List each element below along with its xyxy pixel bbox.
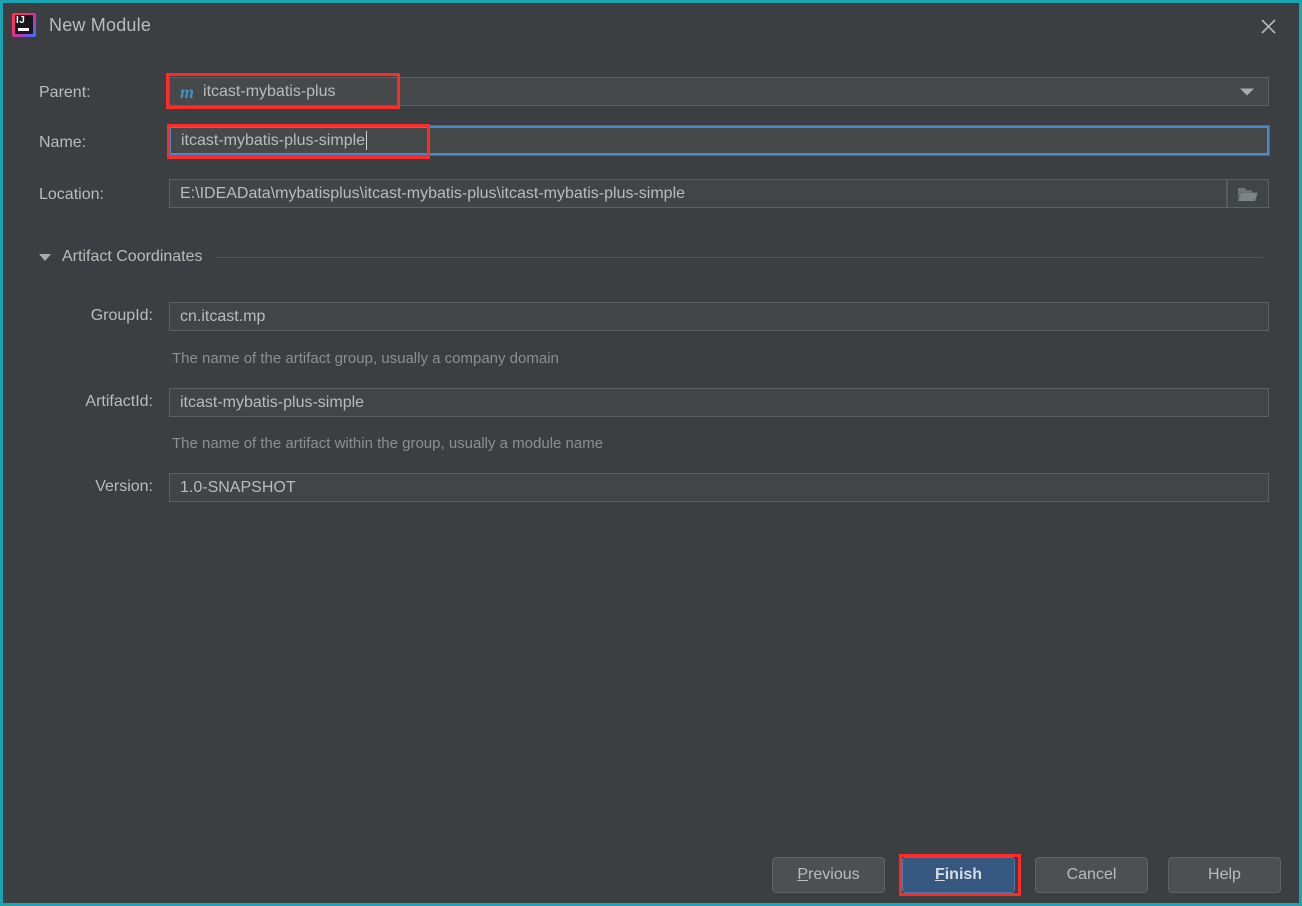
groupid-field[interactable]: cn.itcast.mp: [169, 302, 1269, 331]
version-label-wrap: Version:: [3, 478, 153, 496]
artifact-coordinates-label: Artifact Coordinates: [62, 248, 203, 265]
name-label: Name:: [39, 134, 87, 151]
location-value: E:\IDEAData\mybatisplus\itcast-mybatis-p…: [180, 184, 686, 202]
previous-button-mnemonic: P: [797, 866, 809, 883]
artifact-coordinates-section-header[interactable]: Artifact Coordinates: [39, 246, 1263, 268]
version-label: Version:: [95, 478, 153, 495]
window-title: New Module: [49, 14, 152, 35]
location-field[interactable]: E:\IDEAData\mybatisplus\itcast-mybatis-p…: [169, 179, 1227, 208]
name-field[interactable]: itcast-mybatis-plus-simple: [169, 126, 1269, 155]
groupid-value: cn.itcast.mp: [180, 307, 266, 325]
artifactid-field[interactable]: itcast-mybatis-plus-simple: [169, 388, 1269, 417]
intellij-idea-logo: IJ: [12, 13, 36, 37]
help-button[interactable]: Help: [1168, 857, 1281, 893]
finish-button-mnemonic: F: [934, 866, 945, 883]
previous-button[interactable]: Previous: [772, 857, 885, 893]
artifactid-hint: The name of the artifact within the grou…: [172, 435, 604, 452]
text-caret: [366, 131, 368, 150]
finish-button[interactable]: Finish: [902, 857, 1015, 893]
artifactid-label-wrap: ArtifactId:: [3, 393, 153, 411]
chevron-down-icon[interactable]: [1240, 88, 1254, 95]
parent-label: Parent:: [39, 84, 91, 101]
section-divider: [215, 256, 1263, 258]
new-module-dialog: IJ New Module Parent: m itcast-mybatis-p…: [0, 0, 1302, 906]
cancel-button[interactable]: Cancel: [1035, 857, 1148, 893]
previous-button-label-rest: revious: [808, 866, 860, 883]
triangle-down-icon[interactable]: [39, 253, 51, 261]
location-label-wrap: Location:: [39, 183, 104, 207]
parent-label-wrap: Parent:: [39, 81, 91, 105]
groupid-hint: The name of the artifact group, usually …: [172, 350, 559, 367]
parent-value: itcast-mybatis-plus: [203, 82, 336, 100]
version-field[interactable]: 1.0-SNAPSHOT: [169, 473, 1269, 502]
groupid-label: GroupId:: [90, 307, 153, 324]
artifactid-value: itcast-mybatis-plus-simple: [180, 393, 365, 411]
parent-field[interactable]: m itcast-mybatis-plus: [169, 77, 1269, 106]
maven-module-icon: m: [180, 81, 195, 102]
close-icon[interactable]: [1251, 11, 1285, 41]
groupid-label-wrap: GroupId:: [3, 307, 153, 325]
version-value: 1.0-SNAPSHOT: [180, 478, 296, 496]
name-label-wrap: Name:: [39, 131, 86, 155]
location-label: Location:: [39, 186, 104, 203]
artifactid-label: ArtifactId:: [85, 393, 153, 410]
title-bar: IJ New Module: [3, 3, 1299, 47]
finish-button-label-rest: inish: [944, 866, 983, 883]
folder-open-icon[interactable]: [1227, 179, 1269, 208]
name-value: itcast-mybatis-plus-simple: [181, 131, 366, 149]
